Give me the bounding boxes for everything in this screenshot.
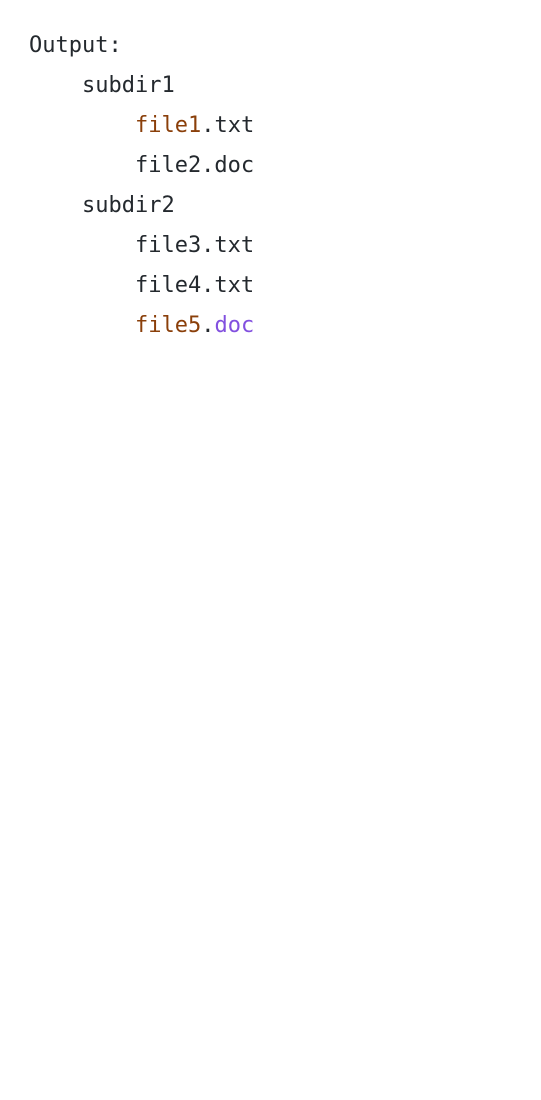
dot-token: .: [201, 113, 215, 138]
code-line-subdir1: subdir1: [29, 73, 175, 98]
file5-extension-token: doc: [214, 313, 255, 338]
code-line-subdir2: subdir2: [29, 193, 175, 218]
file5-name-token: file5: [134, 313, 202, 338]
file1-extension-token: txt: [214, 113, 255, 138]
code-line-file4: file4.txt: [29, 273, 255, 298]
code-line-file5: file5.doc: [29, 306, 254, 346]
code-line-file3: file3.txt: [29, 233, 255, 258]
file1-name-token: file1: [134, 113, 202, 138]
code-line-file2: file2.doc: [29, 153, 255, 178]
dot-token: .: [201, 313, 215, 338]
code-output-block: Output: subdir1 file1.txt file2.doc subd…: [29, 26, 254, 346]
code-line-output-label: Output:: [29, 33, 122, 58]
code-line-file1: file1.txt: [29, 106, 254, 146]
